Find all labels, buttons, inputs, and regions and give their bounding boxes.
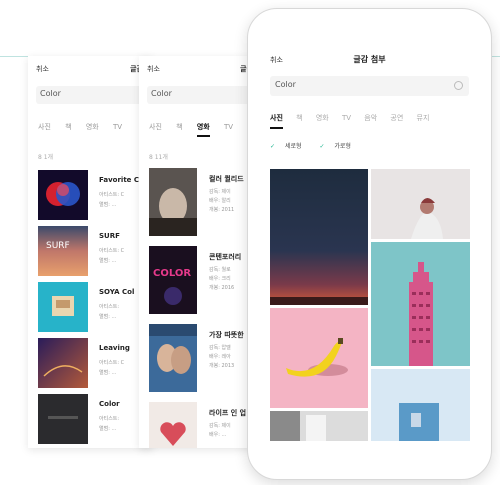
tab-book[interactable]: 책 [65,122,71,132]
item-title: Color [99,400,120,408]
filter-label: 세로형 [284,143,302,150]
filter-landscape[interactable]: ✓ 가로형 [319,143,359,150]
result-count: 8 1개 [38,154,54,161]
list-item[interactable]: 가장 따뜻한 감독: 압델 배우: 레아 개봉: 2013 [149,324,259,396]
tab-music[interactable]: 음악 [364,113,377,123]
svg-text:COLOR: COLOR [153,268,191,279]
search-input[interactable]: Color [147,86,259,104]
category-tabs: 사진 책 영화 TV 음악 공연 뮤지 [270,113,491,129]
movie-poster [149,324,197,392]
tab-book[interactable]: 책 [296,113,302,123]
movie-poster [149,168,197,236]
item-title: Favorite C [99,176,139,184]
item-title: Leaving [99,344,130,352]
item-title: 컬러 퀼리드 [209,175,244,183]
item-title: 라이프 인 업 [209,409,247,417]
item-cast: 배우: 레아 [209,354,231,360]
photo-tile[interactable] [270,411,368,441]
list-item[interactable]: 컬러 퀼리드 감독: 제이 배우: 알리 개봉: 2011 [149,168,259,240]
list-item[interactable]: SOYA Col 아티스트: 앨범: ... [38,282,153,334]
album-cover [38,282,88,332]
search-input[interactable]: Color [36,86,153,104]
album-cover: SURF [38,226,88,276]
item-artist: 아티스트: [99,304,120,310]
check-icon: ✓ [319,143,325,150]
tab-movie[interactable]: 영화 [86,122,99,132]
tab-photo[interactable]: 사진 [270,113,283,129]
album-cover [38,394,88,444]
movie-poster [149,402,197,448]
category-tabs: 사진 책 영화 TV [149,122,259,137]
tab-book[interactable]: 책 [176,122,182,132]
item-title: 콘텐포러리 [209,253,242,261]
item-album: 앨범: ... [99,370,117,376]
item-release: 개봉: 2016 [209,285,235,291]
music-results-screen: 취소 글감 Color 사진 책 영화 TV 8 1개 Favorite C 아… [28,56,153,448]
search-input[interactable]: Color [270,76,469,96]
photo-tile[interactable] [371,169,470,239]
item-title: SURF [99,232,120,240]
item-director: 감독: 제이 [209,189,231,195]
result-count: 8 11개 [149,154,168,161]
filter-portrait[interactable]: ✓ 세로형 [270,143,310,150]
check-icon: ✓ [270,143,276,150]
tab-movie[interactable]: 영화 [196,122,210,137]
tab-photo[interactable]: 사진 [149,122,162,132]
list-item[interactable]: Color 아티스트: 앨범: ... [38,394,153,446]
item-release: 개봉: 2013 [209,363,235,369]
tab-musical[interactable]: 뮤지 [417,113,430,123]
photo-tile[interactable] [270,308,368,408]
list-item[interactable]: COLOR 콘텐포러리 감독: 월로 배우: 크리 개봉: 2016 [149,246,259,318]
movie-poster: COLOR [149,246,197,314]
item-release: 개봉: 2011 [209,207,235,213]
item-artist: 아티스트: [99,416,120,422]
svg-text:SURF: SURF [46,241,70,251]
item-director: 감독: 월로 [209,267,231,273]
item-title: SOYA Col [99,288,135,296]
list-item[interactable]: Leaving 아티스트: C 앨범: ... [38,338,153,390]
filter-label: 가로형 [334,143,351,150]
item-cast: 배우: 알리 [209,198,231,204]
item-artist: 아티스트: C [99,248,125,254]
item-artist: 아티스트: C [99,192,125,198]
item-cast: 배우: 크리 [209,276,231,282]
item-album: 앨범: ... [99,258,117,264]
item-album: 앨범: ... [99,202,117,208]
album-cover [38,170,88,220]
album-cover [38,338,88,388]
screen-title: 글감 첨부 [353,55,386,64]
item-director: 감독: 제이 [209,423,231,429]
photo-tile[interactable] [270,169,368,305]
cancel-button[interactable]: 취소 [36,64,49,74]
item-director: 감독: 압델 [209,345,231,351]
item-album: 앨범: ... [99,314,117,320]
orientation-filters: ✓ 세로형 ✓ 가로형 [270,141,367,150]
cancel-button[interactable]: 취소 [147,64,160,74]
category-tabs: 사진 책 영화 TV [38,122,153,136]
tab-tv[interactable]: TV [113,123,122,131]
photo-grid [270,169,470,441]
search-value: Color [275,80,296,89]
list-item[interactable]: 라이프 인 업 감독: 제이 배우: ... [149,402,259,448]
movie-results-screen: 취소 글감 Color 사진 책 영화 TV 8 11개 컬러 퀼리드 감독: … [139,56,259,448]
clear-icon[interactable] [454,81,463,90]
list-item[interactable]: Favorite C 아티스트: C 앨범: ... [38,170,153,222]
tab-performance[interactable]: 공연 [390,113,403,123]
item-album: 앨범: ... [99,426,117,432]
attach-material-phone: 취소 글감 첨부 Color 사진 책 영화 TV 음악 공연 뮤지 ✓ 세로형… [247,8,492,480]
item-title: 가장 따뜻한 [209,331,244,339]
tab-photo[interactable]: 사진 [38,122,51,132]
photo-tile[interactable] [371,369,470,441]
item-cast: 배우: ... [209,432,227,438]
tab-tv[interactable]: TV [342,114,351,122]
tab-movie[interactable]: 영화 [316,113,329,123]
list-item[interactable]: SURF SURF 아티스트: C 앨범: ... [38,226,153,278]
photo-tile[interactable] [371,242,470,366]
item-artist: 아티스트: C [99,360,125,366]
tab-tv[interactable]: TV [224,123,233,131]
